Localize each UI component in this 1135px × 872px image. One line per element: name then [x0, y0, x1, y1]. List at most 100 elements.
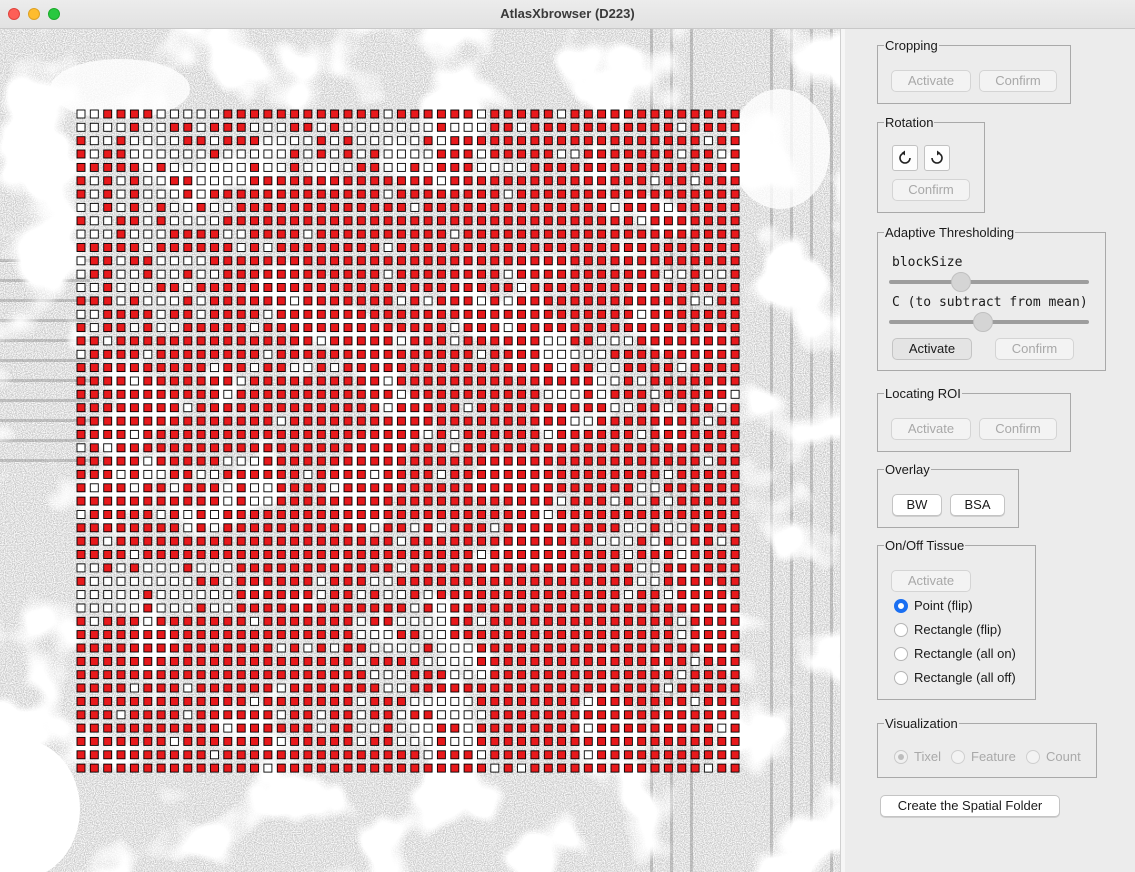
tixel-on[interactable] [143, 389, 153, 399]
tixel-on[interactable] [183, 670, 193, 680]
tixel-on[interactable] [263, 683, 273, 693]
tixel-off[interactable] [370, 576, 380, 586]
tixel-on[interactable] [290, 510, 300, 519]
tixel-on[interactable] [597, 550, 607, 559]
tixel-on[interactable] [383, 456, 393, 466]
tixel-off[interactable] [450, 122, 460, 132]
tixel-on[interactable] [290, 336, 300, 346]
tixel-on[interactable] [330, 176, 340, 186]
tixel-on[interactable] [650, 723, 660, 733]
tixel-on[interactable] [503, 429, 513, 439]
tixel-on[interactable] [383, 656, 393, 666]
tixel-on[interactable] [477, 389, 486, 399]
tixel-on[interactable] [103, 469, 113, 479]
tixel-on[interactable] [343, 750, 353, 760]
tixel-on[interactable] [703, 523, 713, 533]
tixel-on[interactable] [116, 536, 126, 546]
tixel-on[interactable] [156, 523, 166, 533]
tixel-on[interactable] [570, 176, 580, 186]
tixel-on[interactable] [730, 763, 740, 773]
tixel-off[interactable] [557, 336, 567, 346]
tixel-on[interactable] [717, 349, 727, 359]
tixel-on[interactable] [129, 309, 139, 319]
tixel-on[interactable] [703, 229, 713, 239]
tixel-on[interactable] [717, 109, 727, 119]
tixel-on[interactable] [196, 576, 206, 586]
tixel-on[interactable] [330, 323, 340, 333]
tixel-on[interactable] [290, 656, 300, 666]
tixel-on[interactable] [76, 363, 86, 373]
tixel-on[interactable] [663, 483, 673, 493]
tixel-off[interactable] [236, 243, 246, 252]
tixel-on[interactable] [637, 162, 647, 172]
tixel-on[interactable] [303, 616, 313, 626]
tixel-on[interactable] [677, 683, 687, 693]
tixel-on[interactable] [503, 736, 513, 746]
tixel-on[interactable] [236, 736, 246, 746]
tixel-off[interactable] [703, 136, 713, 146]
tixel-on[interactable] [517, 510, 526, 519]
tixel-on[interactable] [183, 563, 193, 573]
tixel-off[interactable] [143, 216, 153, 226]
tixel-on[interactable] [530, 736, 540, 746]
tixel-on[interactable] [436, 456, 446, 466]
tixel-on[interactable] [316, 429, 326, 439]
tixel-on[interactable] [730, 256, 740, 266]
tixel-on[interactable] [410, 376, 420, 386]
tixel-on[interactable] [677, 162, 687, 172]
tixel-on[interactable] [503, 523, 513, 533]
tixel-on[interactable] [503, 243, 513, 252]
tixel-on[interactable] [116, 429, 126, 439]
tixel-on[interactable] [477, 683, 486, 693]
tixel-on[interactable] [663, 323, 673, 333]
tixel-on[interactable] [116, 723, 126, 733]
tixel-on[interactable] [129, 202, 139, 212]
tixel-off[interactable] [450, 443, 460, 453]
tixel-on[interactable] [89, 750, 99, 760]
tixel-on[interactable] [730, 523, 740, 533]
tixel-on[interactable] [223, 643, 233, 653]
tixel-on[interactable] [557, 176, 567, 186]
tixel-on[interactable] [463, 456, 473, 466]
tixel-on[interactable] [583, 443, 593, 453]
tixel-off[interactable] [356, 630, 366, 640]
tixel-off[interactable] [183, 576, 193, 586]
tixel-on[interactable] [89, 469, 99, 479]
tixel-on[interactable] [290, 349, 300, 359]
tixel-on[interactable] [423, 216, 433, 226]
tixel-on[interactable] [490, 429, 500, 439]
tixel-on[interactable] [450, 763, 460, 773]
tixel-on[interactable] [383, 256, 393, 266]
tixel-on[interactable] [450, 149, 460, 159]
tixel-off[interactable] [396, 563, 406, 573]
tixel-on[interactable] [530, 576, 540, 586]
tixel-on[interactable] [597, 723, 607, 733]
tixel-on[interactable] [530, 763, 540, 773]
tixel-off[interactable] [116, 122, 126, 132]
tixel-off[interactable] [543, 510, 553, 519]
tixel-off[interactable] [703, 296, 713, 306]
tixel-on[interactable] [570, 496, 580, 506]
tixel-on[interactable] [276, 630, 286, 640]
tixel-on[interactable] [637, 643, 647, 653]
tixel-on[interactable] [196, 656, 206, 666]
tixel-off[interactable] [76, 349, 86, 359]
tixel-on[interactable] [396, 269, 406, 279]
tixel-on[interactable] [383, 696, 393, 706]
tixel-on[interactable] [276, 469, 286, 479]
tixel-off[interactable] [196, 590, 206, 600]
tixel-on[interactable] [677, 710, 687, 720]
tixel-on[interactable] [597, 149, 607, 159]
tixel-off[interactable] [677, 363, 687, 373]
tixel-on[interactable] [637, 590, 647, 600]
tixel-on[interactable] [477, 469, 486, 479]
tixel-on[interactable] [330, 750, 340, 760]
tixel-on[interactable] [276, 176, 286, 186]
tixel-on[interactable] [650, 496, 660, 506]
tixel-on[interactable] [156, 616, 166, 626]
tixel-on[interactable] [76, 216, 86, 226]
tixel-on[interactable] [423, 416, 433, 426]
tixel-on[interactable] [290, 576, 300, 586]
tixel-on[interactable] [356, 202, 366, 212]
tixel-on[interactable] [623, 363, 633, 373]
